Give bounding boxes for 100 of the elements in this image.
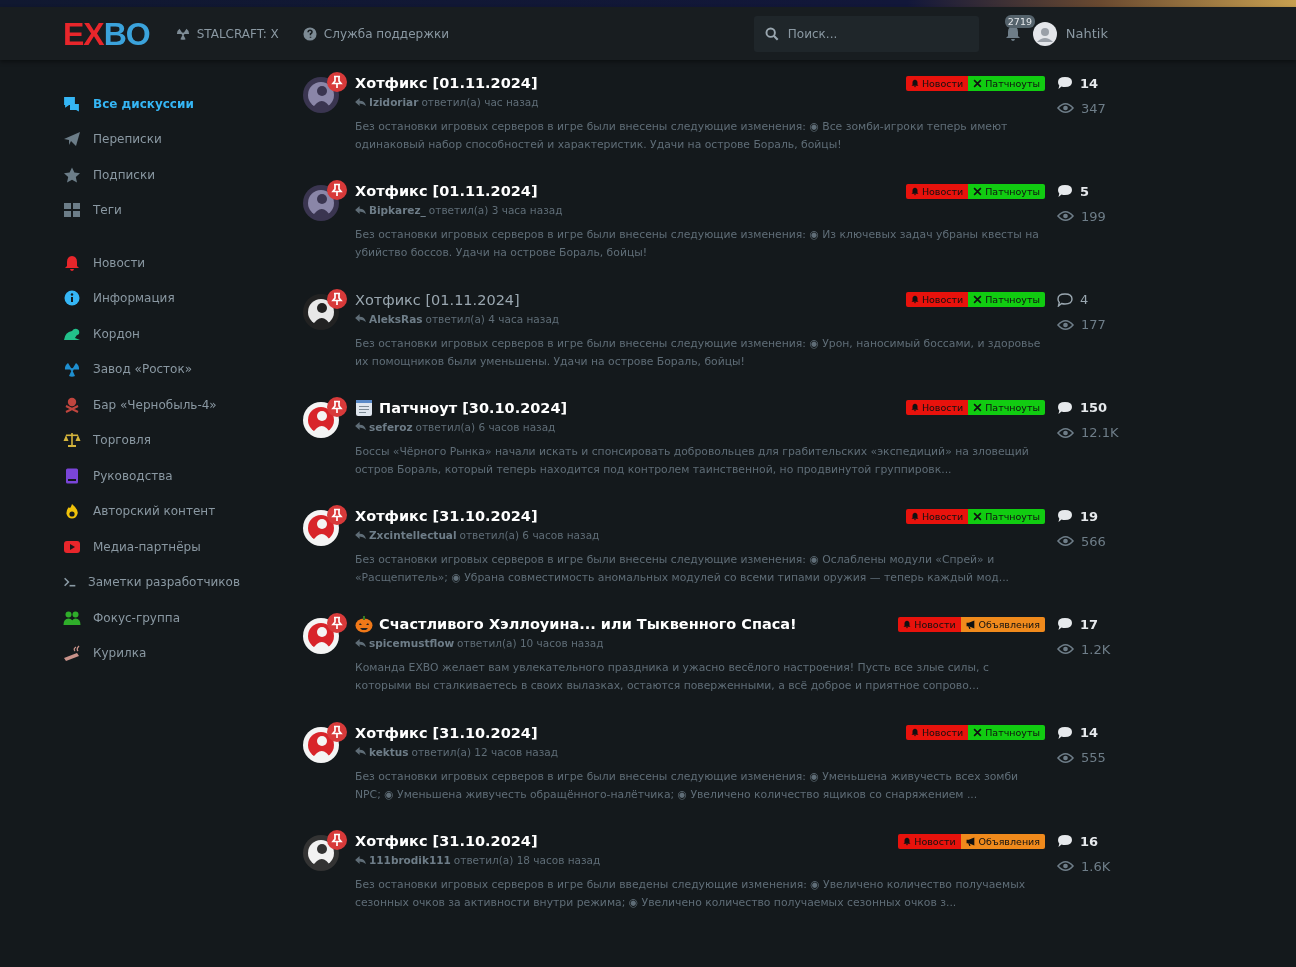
- reply-info: 111brodik111 ответил(а) 18 часов назад: [355, 854, 1045, 867]
- tag-label[interactable]: Патчноуты: [968, 292, 1045, 308]
- discussion-excerpt: Без остановки игровых серверов в игре были введены следующие изменения: ◉ Увеличено количество получаемых сезонных очков за активности внутри режима; ◉ Увеличено количество получаемых сезонных очков з...: [355, 877, 1027, 912]
- sidebar-item[interactable]: Завод «Росток»: [63, 351, 240, 387]
- reply-count: 14: [1057, 73, 1106, 93]
- tag-label[interactable]: Объявления: [960, 617, 1045, 632]
- view-count: 555: [1057, 747, 1106, 768]
- tag-label[interactable]: Новости: [905, 508, 969, 524]
- comment-icon: [1057, 400, 1073, 415]
- tools-icon: [973, 511, 983, 521]
- comment-icon: [1057, 617, 1073, 632]
- tools-icon: [973, 295, 983, 305]
- sidebar-item[interactable]: Все дискуссии: [63, 86, 240, 122]
- view-count: 12.1K: [1057, 422, 1119, 443]
- view-count: 1.6K: [1057, 856, 1111, 877]
- sidebar-item[interactable]: Теги: [63, 192, 240, 228]
- reply-icon: [355, 530, 366, 540]
- discussion-excerpt: Команда EXBO желает вам увлекательного праздника и ужасно весёлого настроения! Пусть все злые силы, с которыми вы сталкиваетесь в своих вылазках, остаются поверженными, а всё доброе и приятное сопрово...: [355, 660, 990, 695]
- tag-label[interactable]: Патчноуты: [968, 183, 1045, 199]
- bell-icon: [903, 620, 912, 629]
- discussion-title[interactable]: Хотфикс [31.10.2024]: [355, 508, 538, 525]
- bell-icon: [910, 186, 919, 196]
- view-count: 566: [1057, 531, 1106, 552]
- sidebar-item[interactable]: Заметки разработчиков: [63, 564, 240, 600]
- sidebar-item[interactable]: Фокус-группа: [63, 600, 240, 636]
- reply-icon: [355, 639, 366, 648]
- tag-label[interactable]: Объявления: [960, 833, 1045, 849]
- reply-count: 150: [1057, 397, 1119, 418]
- reply-icon: [355, 205, 366, 215]
- discussion-title[interactable]: Счастливого Хэллоуина... или Тыквенного Спаса!: [379, 616, 797, 633]
- discussion-title[interactable]: Хотфикс [01.11.2024]: [355, 183, 538, 200]
- comment-icon: [1057, 76, 1073, 90]
- reply-info: AleksRas ответил(а) 4 часа назад: [355, 312, 1045, 325]
- tag-label[interactable]: Новости: [898, 617, 961, 632]
- bell-icon: [903, 836, 912, 846]
- header-link[interactable]: STALCRAFT: X: [175, 26, 279, 41]
- pin-icon: [327, 830, 347, 851]
- sidebar-item[interactable]: Информация: [63, 280, 240, 316]
- bell-icon: [910, 295, 919, 305]
- bell-icon[interactable]: [1004, 25, 1021, 42]
- sidebar-item[interactable]: Подписки: [63, 157, 240, 193]
- eye-icon: [1057, 426, 1074, 439]
- reply-info: spicemustflow ответил(а) 10 часов назад: [355, 637, 1045, 650]
- pin-icon: [327, 721, 347, 742]
- tag-label[interactable]: Новости: [905, 183, 969, 199]
- comment-icon: [1057, 725, 1073, 740]
- sidebar-item[interactable]: Новости: [63, 245, 240, 281]
- discussion-excerpt: Боссы «Чёрного Рынка» начали искать и спонсировать добровольцев для грабительских «экспедиций» на зловещий остров Бораль, который теперь находится под контролем таинственной, но продвинутой группировк...: [355, 443, 1030, 478]
- tag-label[interactable]: Патчноуты: [968, 725, 1045, 741]
- discussion-title[interactable]: Патчноут [30.10.2024]: [379, 399, 568, 416]
- tag-label[interactable]: Новости: [905, 75, 969, 91]
- eye-icon: [1057, 318, 1074, 331]
- reply-info: Bipkarez_ ответил(а) 3 часа назад: [355, 204, 1045, 217]
- reply-icon: [355, 314, 366, 324]
- eye-icon: [1057, 860, 1074, 873]
- reply-icon: [355, 747, 366, 757]
- sidebar-item[interactable]: Торговля: [63, 422, 240, 458]
- discussion-title[interactable]: Хотфикс [31.10.2024]: [355, 833, 538, 850]
- radiation-icon: [175, 26, 190, 41]
- sidebar-item[interactable]: Медиа-партнёры: [63, 529, 240, 565]
- notepad-icon: [355, 398, 373, 417]
- sidebar-item[interactable]: Курилка: [63, 635, 240, 671]
- username[interactable]: Nahtik: [1065, 26, 1108, 41]
- search-icon: [764, 26, 779, 41]
- reply-info: kektus ответил(а) 12 часов назад: [355, 745, 1045, 758]
- sidebar-item[interactable]: Бар «Чернобыль-4»: [63, 387, 240, 423]
- reply-icon: [355, 422, 366, 432]
- pin-icon: [327, 72, 347, 92]
- discussion-title[interactable]: Хотфикс [01.11.2024]: [355, 291, 520, 308]
- sidebar-item[interactable]: Кордон: [63, 316, 240, 352]
- tag-label[interactable]: Новости: [898, 833, 961, 849]
- megaphone-icon: [965, 836, 976, 846]
- tag-label[interactable]: Новости: [905, 400, 969, 416]
- view-count: 199: [1057, 206, 1106, 227]
- reply-count: 17: [1057, 614, 1111, 635]
- tag-label[interactable]: Новости: [905, 725, 969, 741]
- tag-label[interactable]: Патчноуты: [968, 508, 1045, 524]
- discussion-title[interactable]: Хотфикс [31.10.2024]: [355, 724, 538, 741]
- pin-icon: [327, 505, 347, 526]
- tag-label[interactable]: Патчноуты: [968, 400, 1045, 416]
- view-count: 347: [1057, 98, 1106, 118]
- sidebar-item[interactable]: Авторский контент: [63, 493, 240, 529]
- reply-count: 4: [1057, 289, 1106, 310]
- discussion-excerpt: Без остановки игровых серверов в игре были внесены следующие изменения: ◉ Уменьшена живучесть всех зомби NPC; ◉ Уменьшена живучесть обращённого-налётчика; ◉ Увеличено количество ящиков со снаряжением ...: [355, 768, 1020, 803]
- header-link[interactable]: Служба поддержки: [302, 26, 449, 41]
- pin-icon: [327, 613, 347, 634]
- sidebar-item[interactable]: Руководства: [63, 458, 240, 494]
- tag-label[interactable]: Патчноуты: [968, 75, 1045, 91]
- tools-icon: [973, 728, 983, 738]
- sidebar-item[interactable]: Переписки: [63, 121, 240, 157]
- eye-icon: [1057, 102, 1074, 114]
- discussion-title[interactable]: Хотфикс [01.11.2024]: [355, 75, 538, 91]
- reply-info: Zxcintellectual ответил(а) 6 часов назад: [355, 529, 1045, 542]
- exbo-logo[interactable]: EXBO: [63, 17, 150, 50]
- discussion-excerpt: Без остановки игровых серверов в игре были внесены следующие изменения: ◉ Все зомби-игроки теперь имеют одинаковый набор способностей и характеристик. Удачи на острове Бораль, бойцы!: [355, 119, 1009, 153]
- user-avatar[interactable]: [1032, 21, 1057, 46]
- search-field[interactable]: Поиск...: [753, 15, 979, 52]
- reply-icon: [355, 97, 366, 107]
- tag-label[interactable]: Новости: [905, 292, 969, 308]
- pin-icon: [327, 180, 347, 201]
